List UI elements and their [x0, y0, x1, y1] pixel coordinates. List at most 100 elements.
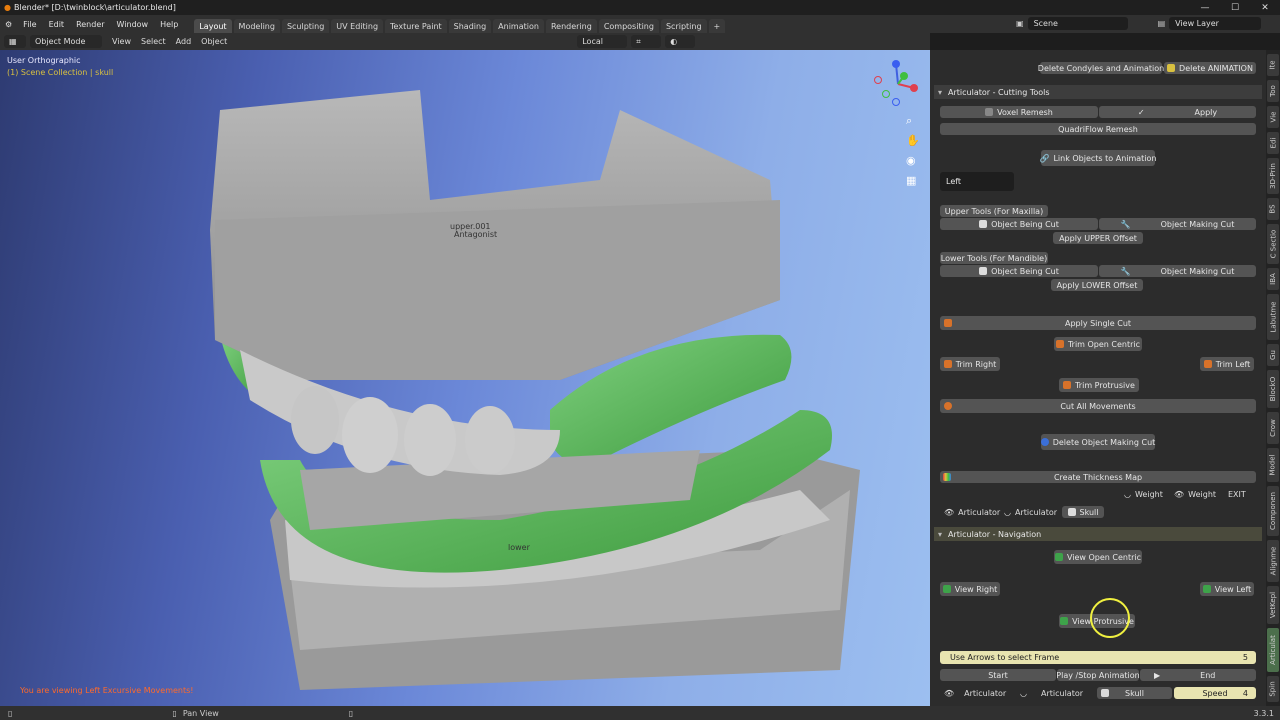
- blender-menu-icon[interactable]: ⚙: [0, 20, 17, 29]
- upper-object-making-cut-field[interactable]: 🔧 Object Making Cut: [1099, 218, 1256, 230]
- tab-scripting[interactable]: Scripting: [660, 19, 707, 33]
- delete-condyles-button[interactable]: Delete Condyles and Animation: [1037, 62, 1165, 74]
- lower-object-being-cut-field[interactable]: Object Being Cut: [940, 265, 1098, 277]
- tab-layout[interactable]: Layout: [194, 19, 232, 33]
- start-button[interactable]: Start: [940, 669, 1056, 681]
- vtab-blocko[interactable]: BlockO: [1267, 370, 1279, 408]
- scene-selector[interactable]: Scene: [1027, 17, 1128, 30]
- add-workspace-button[interactable]: +: [708, 19, 726, 33]
- menu-help[interactable]: Help: [154, 20, 184, 29]
- vtab-edit[interactable]: Edi: [1267, 132, 1279, 154]
- vtab-tool[interactable]: Too: [1267, 80, 1279, 102]
- upper-object-being-cut-field[interactable]: Object Being Cut: [940, 218, 1098, 230]
- menu-render[interactable]: Render: [70, 20, 110, 29]
- vtab-labutme[interactable]: Labutme: [1267, 294, 1279, 340]
- articulator-visibility-toggle[interactable]: 👁 Articulator: [944, 506, 1000, 518]
- pan-hand-icon[interactable]: ✋: [906, 134, 920, 147]
- maximize-icon[interactable]: ☐: [1220, 0, 1250, 15]
- tab-texture-paint[interactable]: Texture Paint: [385, 19, 447, 33]
- weight-toggle-1[interactable]: ◡ Weight: [1124, 488, 1163, 500]
- menu-edit[interactable]: Edit: [43, 20, 71, 29]
- view-layer-selector[interactable]: View Layer: [1169, 17, 1262, 30]
- vtab-vetkepl[interactable]: VetKepl: [1267, 586, 1279, 624]
- trim-right-button[interactable]: Trim Right: [940, 357, 1000, 371]
- view-left-label: View Left: [1214, 584, 1252, 594]
- voxel-remesh-button[interactable]: Voxel Remesh: [940, 106, 1098, 118]
- 3d-viewport[interactable]: User Orthographic (1) Scene Collection |…: [0, 50, 930, 706]
- select-menu[interactable]: Select: [141, 37, 166, 46]
- voxel-icon: [985, 108, 994, 116]
- vtab-component[interactable]: Componen: [1267, 486, 1279, 536]
- vtab-crown[interactable]: Crow: [1267, 412, 1279, 444]
- cutting-tools-header[interactable]: Articulator - Cutting Tools: [934, 85, 1262, 99]
- lower-object-making-cut-field[interactable]: 🔧 Object Making Cut: [1099, 265, 1256, 277]
- view-open-centric-button[interactable]: View Open Centric: [1054, 550, 1142, 564]
- vtab-3d-print[interactable]: 3D-Prin: [1267, 158, 1279, 194]
- quadriflow-remesh-button[interactable]: QuadriFlow Remesh: [940, 123, 1256, 135]
- minimize-icon[interactable]: —: [1190, 0, 1220, 15]
- articulator-curve-toggle[interactable]: ◡ Articulator: [1004, 506, 1057, 518]
- trim-protrusive-button[interactable]: Trim Protrusive: [1059, 378, 1139, 392]
- nav-skull-toggle[interactable]: Skull: [1097, 687, 1172, 699]
- navigation-header[interactable]: Articulator - Navigation: [934, 527, 1262, 541]
- exit-button[interactable]: EXIT: [1228, 488, 1246, 500]
- vtab-gu[interactable]: Gu: [1267, 344, 1279, 366]
- menu-window[interactable]: Window: [111, 20, 155, 29]
- cut-all-movements-button[interactable]: Cut All Movements: [940, 399, 1256, 413]
- delete-animation-button[interactable]: Delete ANIMATION: [1164, 62, 1256, 74]
- vtab-view[interactable]: Vie: [1267, 106, 1279, 128]
- trim-left-button[interactable]: Trim Left: [1200, 357, 1254, 371]
- play-triangle-button[interactable]: ▶ End: [1140, 669, 1256, 681]
- tab-sculpting[interactable]: Sculpting: [281, 19, 330, 33]
- grid-icon[interactable]: ▦: [906, 174, 916, 187]
- zoom-icon[interactable]: ⌕: [906, 114, 912, 128]
- object-menu[interactable]: Object: [201, 37, 227, 46]
- add-menu[interactable]: Add: [176, 37, 192, 46]
- create-thickness-map-button[interactable]: Create Thickness Map: [940, 471, 1256, 483]
- play-stop-button[interactable]: Play /Stop Animation: [1056, 669, 1140, 681]
- weight-toggle-2[interactable]: 👁 Weight: [1174, 488, 1216, 500]
- frame-selector-field[interactable]: Use Arrows to select Frame 5: [940, 651, 1256, 664]
- speed-field[interactable]: Speed 4: [1174, 687, 1256, 699]
- menu-file[interactable]: File: [17, 20, 42, 29]
- skull-toggle[interactable]: Skull: [1062, 506, 1104, 518]
- apply-lower-offset-button[interactable]: Apply LOWER Offset: [1051, 279, 1143, 291]
- vtab-articulator[interactable]: Articulat: [1267, 628, 1279, 672]
- delete-sphere-icon: [1040, 438, 1049, 446]
- vtab-item[interactable]: Ite: [1267, 54, 1279, 76]
- nav-articulator-visibility-toggle[interactable]: 👁 Articulator: [944, 687, 1006, 699]
- apply-remesh-button[interactable]: ✓ Apply: [1099, 106, 1256, 118]
- apply-single-cut-button[interactable]: Apply Single Cut: [940, 316, 1256, 330]
- tab-shading[interactable]: Shading: [448, 19, 492, 33]
- link-objects-button[interactable]: 🔗 Link Objects to Animation: [1039, 150, 1157, 166]
- vtab-bs[interactable]: BS: [1267, 198, 1279, 220]
- delete-condyles-label: Delete Condyles and Animation: [1037, 63, 1165, 73]
- vtab-c-section[interactable]: C Sectio: [1267, 224, 1279, 264]
- tab-rendering[interactable]: Rendering: [545, 19, 597, 33]
- side-selector[interactable]: Left: [940, 172, 1014, 191]
- tab-modeling[interactable]: Modeling: [233, 19, 280, 33]
- editor-type-button[interactable]: ▦: [4, 35, 26, 48]
- tab-compositing[interactable]: Compositing: [598, 19, 659, 33]
- transform-orientation[interactable]: Local: [577, 35, 628, 48]
- vtab-iba[interactable]: IBA: [1267, 268, 1279, 290]
- view-right-button[interactable]: View Right: [940, 582, 1000, 596]
- view-left-button[interactable]: View Left: [1200, 582, 1254, 596]
- vtab-alignment[interactable]: Alignme: [1267, 540, 1279, 582]
- curve-icon: ◡: [1020, 688, 1027, 698]
- tab-uv-editing[interactable]: UV Editing: [331, 19, 384, 33]
- proportional-toggle[interactable]: ◐: [665, 35, 696, 48]
- delete-object-making-cut-button[interactable]: Delete Object Making Cut: [1040, 434, 1155, 450]
- camera-icon[interactable]: ◉: [906, 154, 916, 167]
- trim-open-centric-button[interactable]: Trim Open Centric: [1054, 337, 1142, 351]
- close-icon[interactable]: ✕: [1250, 0, 1280, 15]
- vtab-spin[interactable]: Spin: [1267, 676, 1279, 702]
- vtab-model[interactable]: Model: [1267, 448, 1279, 482]
- view-menu[interactable]: View: [112, 37, 131, 46]
- mode-selector[interactable]: Object Mode: [30, 35, 102, 48]
- snap-toggle[interactable]: ⌗: [631, 35, 662, 48]
- navigation-gizmo[interactable]: [868, 56, 928, 116]
- tab-animation[interactable]: Animation: [493, 19, 544, 33]
- nav-articulator-curve-toggle[interactable]: ◡ Articulator: [1020, 687, 1083, 699]
- apply-upper-offset-button[interactable]: Apply UPPER Offset: [1053, 232, 1143, 244]
